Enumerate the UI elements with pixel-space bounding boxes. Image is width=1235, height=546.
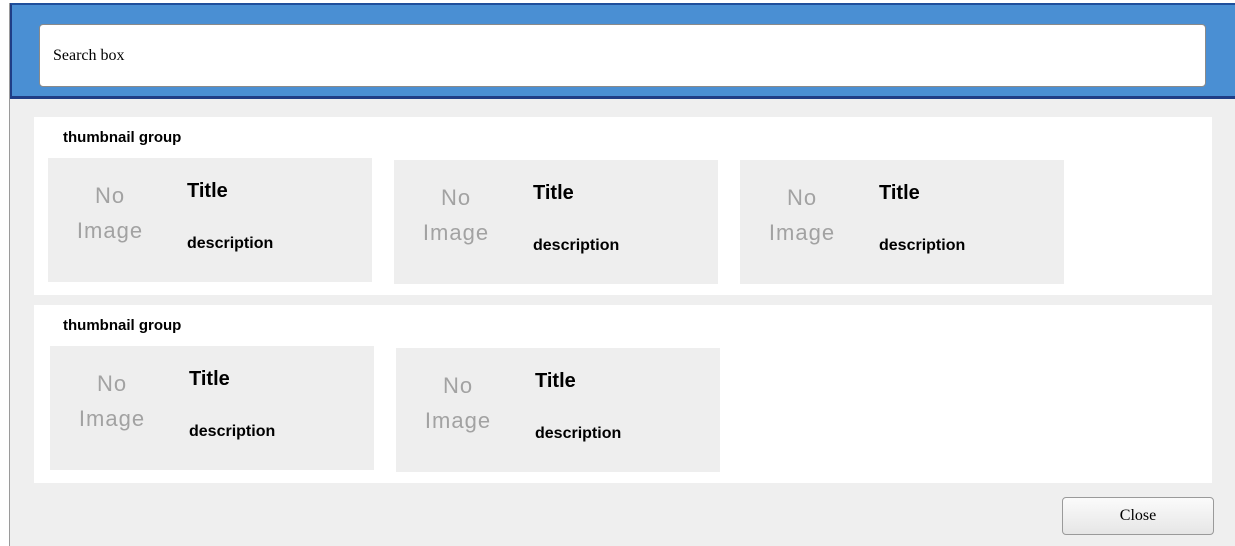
search-header <box>10 3 1235 99</box>
no-image-text: No <box>96 371 128 396</box>
thumbnail-description: description <box>533 237 620 254</box>
thumbnail-card[interactable]: No Image Title description <box>48 158 372 282</box>
thumbnail-description: description <box>187 235 274 252</box>
no-image-text: Image <box>76 218 144 243</box>
thumbnail-description: description <box>535 425 622 442</box>
group-label: thumbnail group <box>63 129 182 146</box>
thumbnail-group: thumbnail group No Image Title descripti… <box>34 117 1212 295</box>
thumbnail-card[interactable]: No Image Title description <box>394 160 718 284</box>
thumbnail-title: Title <box>189 368 230 390</box>
thumbnail-description: description <box>189 423 276 440</box>
no-image-placeholder: No Image <box>64 366 160 436</box>
no-image-placeholder: No Image <box>410 368 506 438</box>
thumbnail-title: Title <box>535 370 576 392</box>
no-image-text: No <box>440 185 472 210</box>
no-image-placeholder: No Image <box>62 178 158 248</box>
no-image-text: No <box>786 185 818 210</box>
thumbnail-card[interactable]: No Image Title description <box>740 160 1064 284</box>
thumbnail-title: Title <box>879 182 920 204</box>
dialog: thumbnail group No Image Title descripti… <box>9 3 1235 546</box>
thumbnail-card[interactable]: No Image Title description <box>50 346 374 470</box>
thumbnail-group: thumbnail group No Image Title descripti… <box>34 305 1212 483</box>
no-image-placeholder: No Image <box>754 180 850 250</box>
no-image-text: Image <box>78 406 146 431</box>
close-button[interactable]: Close <box>1062 497 1214 535</box>
thumbnail-title: Title <box>533 182 574 204</box>
no-image-text: No <box>94 183 126 208</box>
no-image-text: No <box>442 373 474 398</box>
thumbnail-card[interactable]: No Image Title description <box>396 348 720 472</box>
no-image-text: Image <box>768 220 836 245</box>
no-image-text: Image <box>424 408 492 433</box>
no-image-text: Image <box>422 220 490 245</box>
search-input[interactable] <box>39 24 1206 87</box>
group-label: thumbnail group <box>63 317 182 334</box>
no-image-placeholder: No Image <box>408 180 504 250</box>
thumbnail-title: Title <box>187 180 228 202</box>
thumbnail-description: description <box>879 237 966 254</box>
